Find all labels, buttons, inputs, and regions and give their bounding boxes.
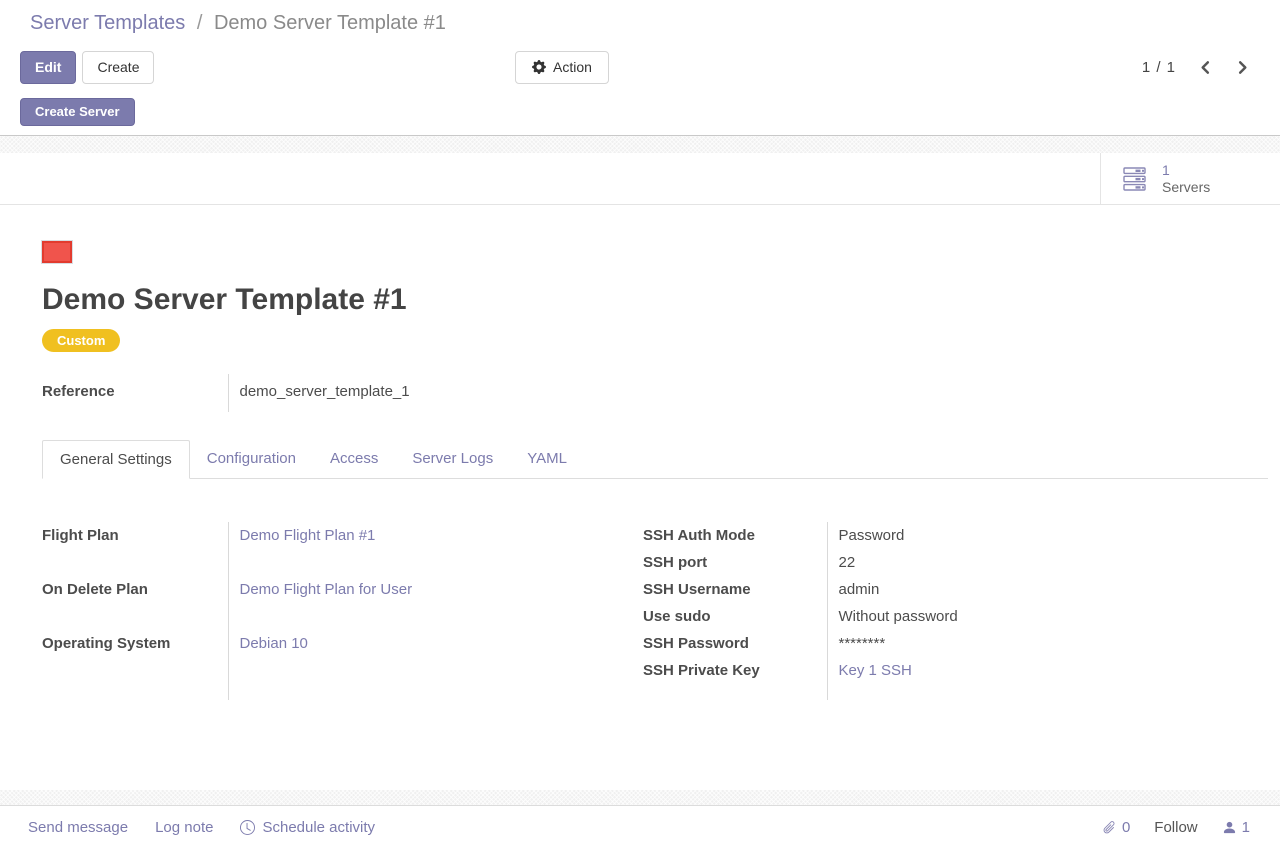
field-row: SSH Password ******** xyxy=(643,630,958,657)
schedule-activity-link[interactable]: Schedule activity xyxy=(240,819,375,836)
create-server-button[interactable]: Create Server xyxy=(20,98,135,126)
ssh-auth-mode-value: Password xyxy=(827,522,958,549)
spacer-row xyxy=(643,684,958,700)
breadcrumb-parent-link[interactable]: Server Templates xyxy=(30,12,185,34)
field-row: Operating System Debian 10 xyxy=(42,630,643,684)
servers-stat-button[interactable]: 1 Servers xyxy=(1100,153,1280,204)
custom-badge: Custom xyxy=(42,329,120,352)
paperclip-icon xyxy=(1099,816,1120,837)
left-buttons: Edit Create xyxy=(20,51,154,84)
attachments-count: 0 xyxy=(1122,819,1130,836)
action-buttons-row: Create Server xyxy=(20,98,1280,126)
field-row: SSH Username admin xyxy=(643,576,958,603)
field-row: Flight Plan Demo Flight Plan #1 xyxy=(42,522,643,576)
field-row: On Delete Plan Demo Flight Plan for User xyxy=(42,576,643,630)
flight-plan-label: Flight Plan xyxy=(42,522,228,576)
pager-previous-button[interactable] xyxy=(1198,60,1213,75)
button-row: Edit Create Action 1 / 1 xyxy=(20,50,1250,84)
tab-yaml[interactable]: YAML xyxy=(510,440,584,479)
clock-icon xyxy=(240,820,255,835)
field-row: Use sudo Without password xyxy=(643,603,958,630)
pager-next-button[interactable] xyxy=(1235,60,1250,75)
ssh-username-label: SSH Username xyxy=(643,576,827,603)
on-delete-plan-link[interactable]: Demo Flight Plan for User xyxy=(240,581,413,598)
operating-system-label: Operating System xyxy=(42,630,228,684)
breadcrumb: Server Templates / Demo Server Template … xyxy=(30,12,1280,35)
reference-label: Reference xyxy=(42,374,228,412)
left-field-group: Flight Plan Demo Flight Plan #1 On Delet… xyxy=(42,522,643,700)
followers-count: 1 xyxy=(1242,819,1250,836)
right-field-group: SSH Auth Mode Password SSH port 22 SSH U… xyxy=(643,522,958,700)
flight-plan-link[interactable]: Demo Flight Plan #1 xyxy=(240,527,376,544)
ssh-port-label: SSH port xyxy=(643,549,827,576)
center-buttons: Action xyxy=(515,51,609,84)
sheet-body: Demo Server Template #1 Custom Reference… xyxy=(0,205,1280,790)
stat-button-row: 1 Servers xyxy=(0,153,1280,205)
tab-configuration[interactable]: Configuration xyxy=(190,440,313,479)
ssh-password-value: ******** xyxy=(827,630,958,657)
servers-count: 1 xyxy=(1162,162,1210,179)
ssh-private-key-link[interactable]: Key 1 SSH xyxy=(839,662,912,679)
followers-button[interactable]: 1 xyxy=(1222,819,1250,836)
form-sheet: 1 Servers Demo Server Template #1 Custom… xyxy=(0,153,1280,790)
tab-access[interactable]: Access xyxy=(313,440,395,479)
ssh-password-label: SSH Password xyxy=(643,630,827,657)
spacer-row xyxy=(42,684,643,700)
action-button-label: Action xyxy=(553,52,592,83)
ssh-port-value: 22 xyxy=(827,549,958,576)
general-settings-panel: Flight Plan Demo Flight Plan #1 On Delet… xyxy=(42,522,1268,700)
template-color-image[interactable] xyxy=(42,241,72,263)
field-row: SSH port 22 xyxy=(643,549,958,576)
follow-button[interactable]: Follow xyxy=(1154,819,1197,836)
edit-button[interactable]: Edit xyxy=(20,51,76,84)
tab-server-logs[interactable]: Server Logs xyxy=(395,440,510,479)
record-title: Demo Server Template #1 xyxy=(42,283,1268,317)
server-stack-icon xyxy=(1123,167,1150,191)
chevron-right-icon xyxy=(1235,60,1250,75)
breadcrumb-separator: / xyxy=(197,12,203,34)
servers-label: Servers xyxy=(1162,179,1210,196)
chevron-left-icon xyxy=(1198,60,1213,75)
ssh-username-value: admin xyxy=(827,576,958,603)
create-button[interactable]: Create xyxy=(82,51,154,84)
content-background: 1 Servers Demo Server Template #1 Custom… xyxy=(0,136,1280,805)
reference-field-group: Reference demo_server_template_1 xyxy=(42,374,410,412)
log-note-link[interactable]: Log note xyxy=(155,819,213,836)
use-sudo-label: Use sudo xyxy=(643,603,827,630)
ssh-private-key-label: SSH Private Key xyxy=(643,657,827,684)
use-sudo-value: Without password xyxy=(827,603,958,630)
reference-row: Reference demo_server_template_1 xyxy=(42,374,410,412)
tab-general-settings[interactable]: General Settings xyxy=(42,440,190,479)
pager-value: 1 / 1 xyxy=(1142,59,1176,76)
chatter-bar: Send message Log note Schedule activity … xyxy=(0,805,1280,848)
attachments-button[interactable]: 0 xyxy=(1102,819,1130,836)
chatter-actions: Send message Log note Schedule activity xyxy=(0,819,375,836)
send-message-link[interactable]: Send message xyxy=(28,819,128,836)
notebook-tabs: General Settings Configuration Access Se… xyxy=(42,440,1268,479)
field-row: SSH Auth Mode Password xyxy=(643,522,958,549)
pager: 1 / 1 xyxy=(1142,59,1250,76)
action-button[interactable]: Action xyxy=(515,51,609,84)
control-panel: Server Templates / Demo Server Template … xyxy=(0,0,1280,136)
ssh-auth-mode-label: SSH Auth Mode xyxy=(643,522,827,549)
server-template-form-view: Server Templates / Demo Server Template … xyxy=(0,0,1280,848)
schedule-activity-label: Schedule activity xyxy=(262,819,375,836)
chatter-meta: 0 Follow 1 xyxy=(1102,819,1280,836)
operating-system-link[interactable]: Debian 10 xyxy=(240,635,308,652)
reference-value: demo_server_template_1 xyxy=(228,374,410,412)
breadcrumb-current: Demo Server Template #1 xyxy=(214,12,446,34)
person-icon xyxy=(1222,820,1237,835)
stat-texts: 1 Servers xyxy=(1162,162,1210,196)
on-delete-plan-label: On Delete Plan xyxy=(42,576,228,630)
field-row: SSH Private Key Key 1 SSH xyxy=(643,657,958,684)
gear-icon xyxy=(532,60,546,74)
